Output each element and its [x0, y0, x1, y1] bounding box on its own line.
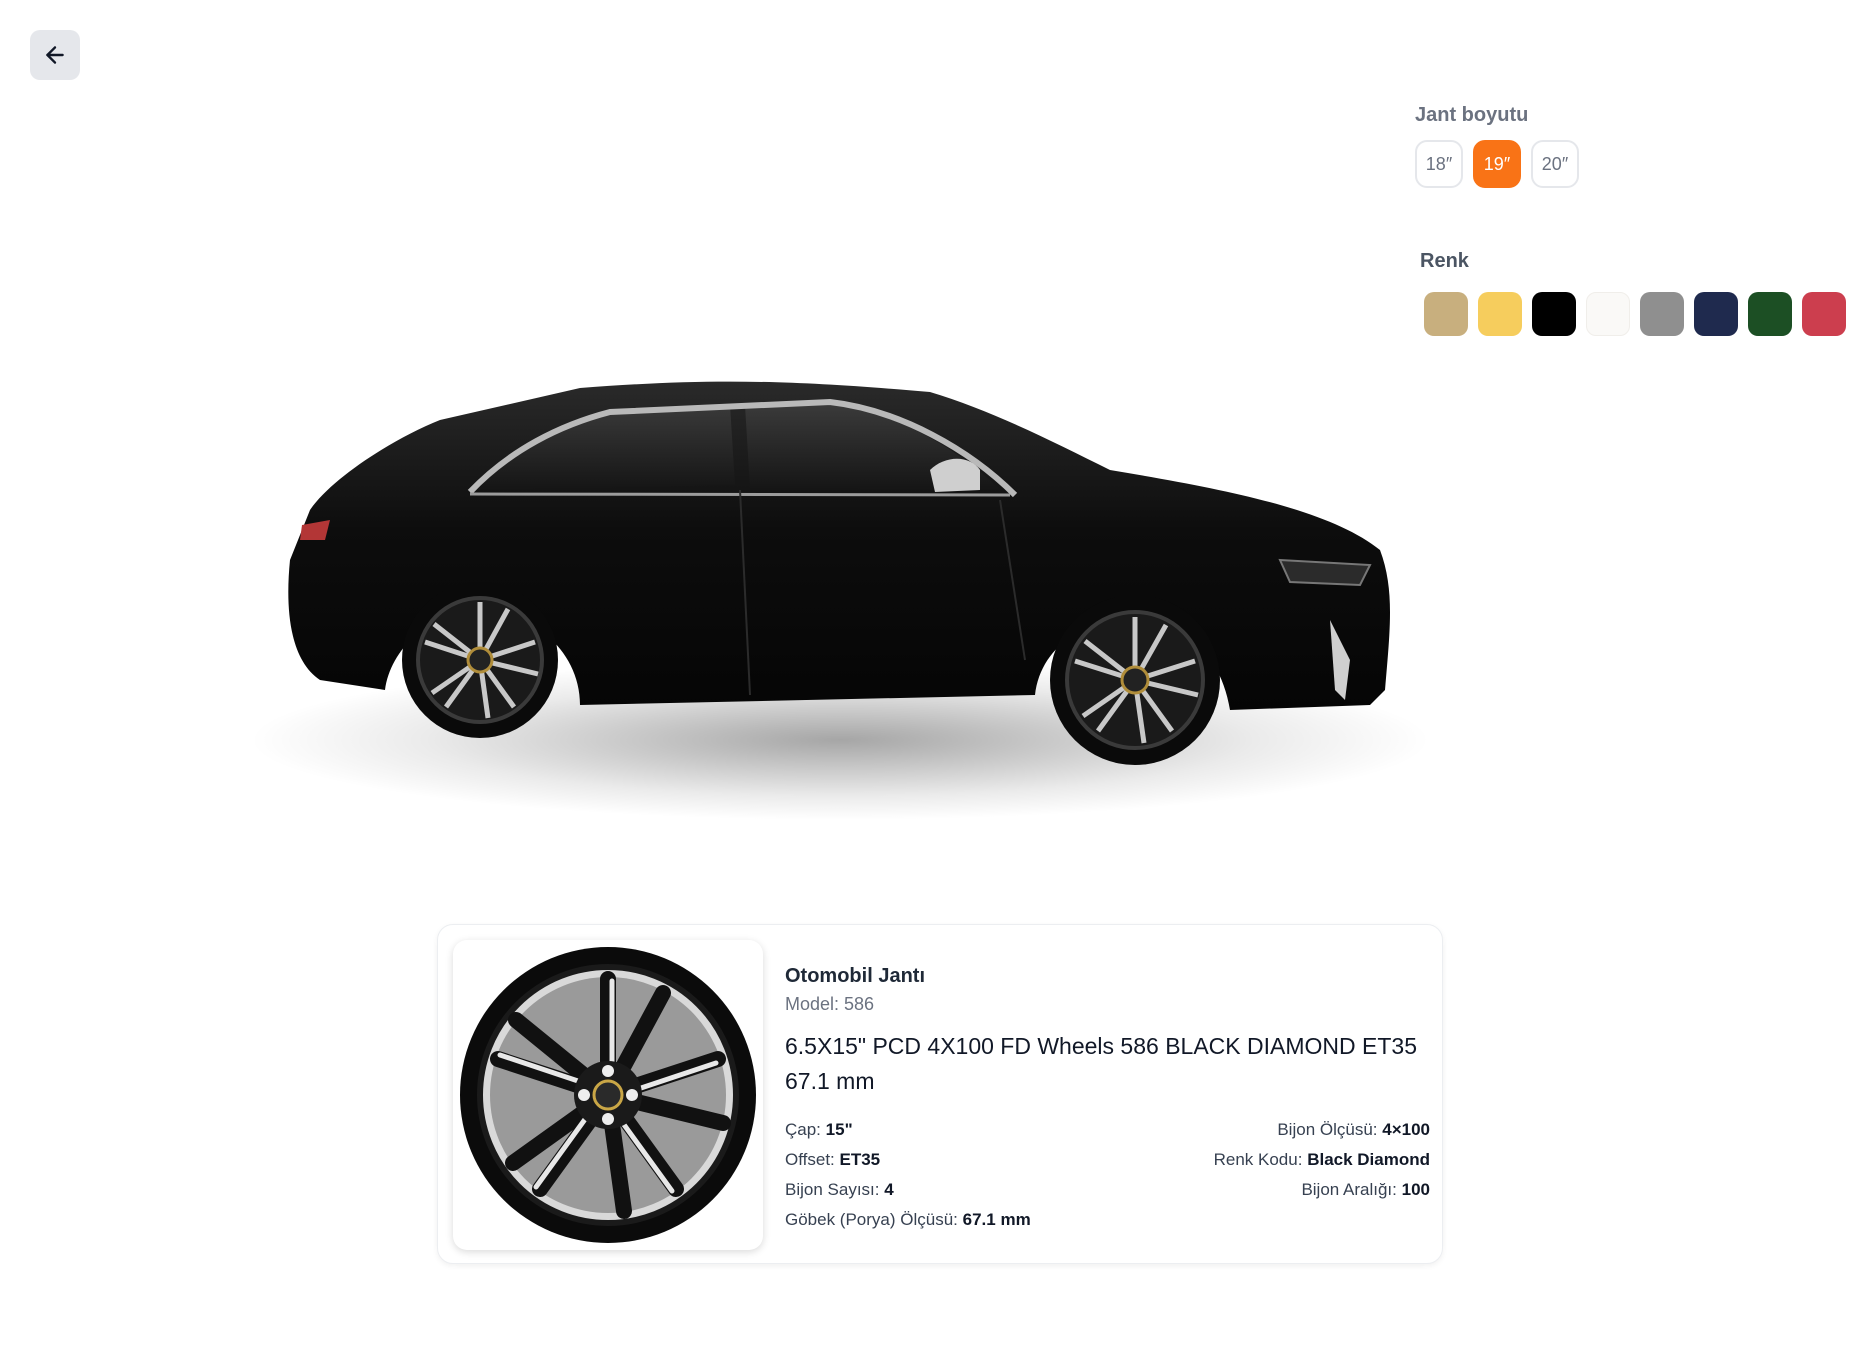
spec-label: Bijon Sayısı: — [785, 1180, 880, 1199]
color-swatch-gray[interactable] — [1640, 292, 1684, 336]
color-swatch-beige[interactable] — [1424, 292, 1468, 336]
specs-left: Çap: 15" Offset: ET35 Bijon Sayısı: 4 Gö… — [785, 1115, 1031, 1235]
color-swatch-green[interactable] — [1748, 292, 1792, 336]
product-specs: Çap: 15" Offset: ET35 Bijon Sayısı: 4 Gö… — [785, 1115, 1430, 1235]
color-options — [1424, 292, 1846, 336]
spec-color-code: Renk Kodu: Black Diamond — [1214, 1145, 1430, 1175]
spec-value: 15" — [825, 1120, 853, 1139]
car-image — [250, 381, 1430, 820]
size-option-20[interactable]: 20″ — [1531, 140, 1579, 188]
spec-value: 100 — [1401, 1180, 1430, 1199]
color-swatch-red[interactable] — [1802, 292, 1846, 336]
wheel-image — [460, 947, 756, 1243]
arrow-left-icon — [46, 46, 64, 64]
product-card: Otomobil Jantı Model: 586 6.5X15" PCD 4X… — [437, 924, 1443, 1264]
rim-size-options: 18″ 19″ 20″ — [1415, 140, 1579, 188]
product-category: Otomobil Jantı — [785, 965, 925, 987]
spec-value: Black Diamond — [1307, 1150, 1430, 1169]
product-info: Otomobil Jantı Model: 586 6.5X15" PCD 4X… — [785, 965, 1430, 1235]
color-label: Renk — [1420, 250, 1469, 272]
size-option-18[interactable]: 18″ — [1415, 140, 1463, 188]
spec-bolt-spacing: Bijon Aralığı: 100 — [1214, 1175, 1430, 1205]
spec-label: Bijon Ölçüsü: — [1277, 1120, 1378, 1139]
spec-value: 4×100 — [1382, 1120, 1430, 1139]
spec-bolt-count: Bijon Sayısı: 4 — [785, 1175, 1031, 1205]
color-swatch-yellow[interactable] — [1478, 292, 1522, 336]
size-option-19[interactable]: 19″ — [1473, 140, 1521, 188]
spec-label: Çap: — [785, 1120, 821, 1139]
spec-value: 4 — [884, 1180, 894, 1199]
rim-size-label: Jant boyutu — [1415, 104, 1529, 126]
spec-label: Offset: — [785, 1150, 835, 1169]
spec-label: Renk Kodu: — [1213, 1150, 1303, 1169]
product-title: 6.5X15" PCD 4X100 FD Wheels 586 BLACK DI… — [785, 1033, 1417, 1094]
spec-diameter: Çap: 15" — [785, 1115, 1031, 1145]
spec-center-bore: Göbek (Porya) Ölçüsü: 67.1 mm — [785, 1205, 1031, 1235]
spec-value: ET35 — [839, 1150, 881, 1169]
color-swatch-white[interactable] — [1586, 292, 1630, 336]
spec-offset: Offset: ET35 — [785, 1145, 1031, 1175]
car-preview — [230, 360, 1450, 880]
back-button[interactable] — [30, 30, 80, 80]
spec-label: Göbek (Porya) Ölçüsü: — [785, 1210, 958, 1229]
color-swatch-black[interactable] — [1532, 292, 1576, 336]
specs-right: Bijon Ölçüsü: 4×100 Renk Kodu: Black Dia… — [1214, 1115, 1430, 1235]
product-model: Model: 586 — [785, 994, 875, 1014]
spec-bolt-pattern: Bijon Ölçüsü: 4×100 — [1214, 1115, 1430, 1145]
spec-label: Bijon Aralığı: — [1301, 1180, 1397, 1199]
wheel-thumbnail — [453, 940, 763, 1250]
color-swatch-navy[interactable] — [1694, 292, 1738, 336]
spec-value: 67.1 mm — [962, 1210, 1031, 1229]
